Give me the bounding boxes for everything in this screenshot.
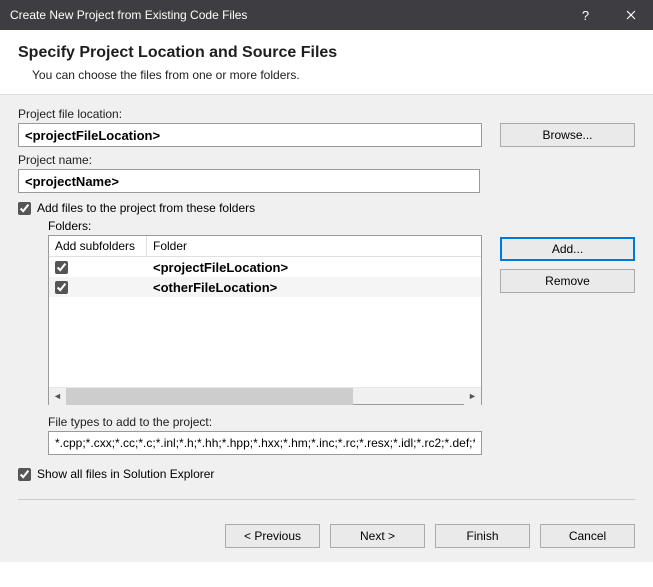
row-folder-path: <projectFileLocation> xyxy=(147,260,481,275)
folders-label: Folders: xyxy=(48,219,482,233)
window-title: Create New Project from Existing Code Fi… xyxy=(10,8,563,22)
project-name-label: Project name: xyxy=(18,153,635,167)
wizard-header: Specify Project Location and Source File… xyxy=(0,30,653,95)
add-folder-button[interactable]: Add... xyxy=(500,237,635,261)
table-row[interactable]: <otherFileLocation> xyxy=(49,277,481,297)
titlebar: Create New Project from Existing Code Fi… xyxy=(0,0,653,30)
help-button[interactable]: ? xyxy=(563,0,608,30)
add-folders-checkbox[interactable] xyxy=(18,202,31,215)
folders-table-header: Add subfolders Folder xyxy=(49,236,481,257)
show-all-files-label: Show all files in Solution Explorer xyxy=(37,467,214,481)
wizard-footer: < Previous Next > Finish Cancel xyxy=(0,508,653,562)
remove-folder-button[interactable]: Remove xyxy=(500,269,635,293)
project-location-input[interactable] xyxy=(18,123,482,147)
col-add-subfolders[interactable]: Add subfolders xyxy=(49,236,147,256)
project-name-input[interactable] xyxy=(18,169,480,193)
horizontal-scrollbar[interactable]: ◄ ► xyxy=(49,387,481,404)
next-button[interactable]: Next > xyxy=(330,524,425,548)
col-folder[interactable]: Folder xyxy=(147,236,481,256)
scroll-left-icon[interactable]: ◄ xyxy=(49,388,66,405)
previous-button[interactable]: < Previous xyxy=(225,524,320,548)
scroll-thumb[interactable] xyxy=(66,388,353,405)
row-folder-path: <otherFileLocation> xyxy=(147,280,481,295)
close-button[interactable] xyxy=(608,0,653,30)
show-all-files-checkbox[interactable] xyxy=(18,468,31,481)
page-subheading: You can choose the files from one or mor… xyxy=(32,68,635,82)
row-subfolder-checkbox[interactable] xyxy=(55,281,68,294)
page-heading: Specify Project Location and Source File… xyxy=(18,44,635,62)
wizard-content: Project file location: Browse... Project… xyxy=(0,95,653,508)
add-folders-checkbox-label: Add files to the project from these fold… xyxy=(37,201,255,215)
file-types-input[interactable] xyxy=(48,431,482,455)
browse-button[interactable]: Browse... xyxy=(500,123,635,147)
folders-block: Folders: Add subfolders Folder <projectF… xyxy=(48,219,635,455)
file-types-label: File types to add to the project: xyxy=(48,415,482,429)
divider xyxy=(18,499,635,500)
cancel-button[interactable]: Cancel xyxy=(540,524,635,548)
scroll-right-icon[interactable]: ► xyxy=(464,388,481,405)
folders-table: Add subfolders Folder <projectFileLocati… xyxy=(48,235,482,405)
table-row[interactable]: <projectFileLocation> xyxy=(49,257,481,277)
project-location-label: Project file location: xyxy=(18,107,635,121)
close-icon xyxy=(626,10,636,20)
row-subfolder-checkbox[interactable] xyxy=(55,261,68,274)
finish-button[interactable]: Finish xyxy=(435,524,530,548)
